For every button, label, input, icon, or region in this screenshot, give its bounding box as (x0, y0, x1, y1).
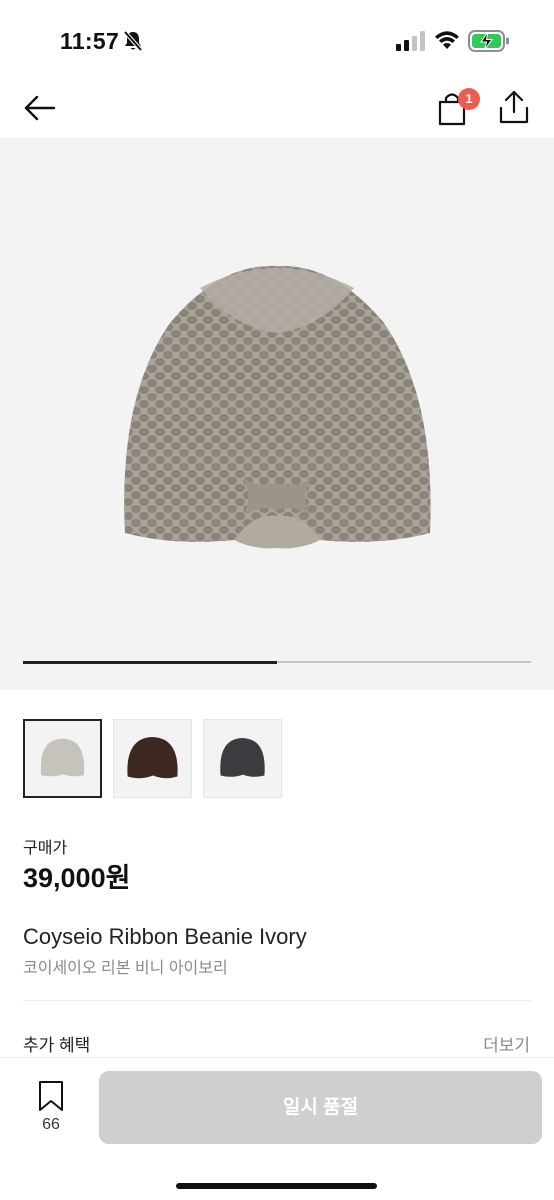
price-label: 구매가 (23, 840, 68, 857)
bookmark-button[interactable]: 66 (28, 1080, 74, 1140)
bell-slash-icon (123, 30, 143, 52)
price-value: 39,000원 (23, 863, 131, 893)
soldout-button[interactable]: 일시 품절 (99, 1071, 542, 1144)
shopping-bag-button[interactable]: 1 (434, 86, 480, 128)
arrow-left-icon (24, 95, 56, 121)
signal-icon (396, 31, 425, 51)
bookmark-count: 66 (42, 1116, 60, 1133)
divider (23, 1000, 531, 1001)
beanie-thumbnail-image (40, 738, 85, 777)
product-name-en: Coyseio Ribbon Beanie Ivory (23, 924, 307, 949)
image-progress-track (23, 660, 531, 664)
thumbnail-charcoal[interactable] (203, 719, 282, 798)
bottom-action-bar: 66 일시 품절 (0, 1057, 554, 1200)
cart-badge: 1 (458, 88, 480, 110)
image-progress-fill (23, 660, 277, 664)
beanie-image (124, 265, 431, 549)
back-button[interactable] (22, 90, 58, 126)
beanie-thumbnail-image (127, 737, 178, 779)
status-bar: 11:57 (0, 0, 554, 80)
home-indicator (176, 1183, 377, 1189)
thumbnail-brown[interactable] (113, 719, 192, 798)
benefit-more-link[interactable]: 더보기 (483, 1031, 530, 1056)
wifi-icon (435, 31, 459, 49)
product-name-ko: 코이세이오 리본 비니 아이보리 (23, 960, 228, 977)
top-nav: 1 (0, 80, 554, 138)
share-icon (499, 90, 529, 124)
beanie-thumbnail-image (220, 738, 265, 777)
product-image-carousel[interactable] (0, 138, 554, 690)
benefit-title: 추가 혜택 (23, 1036, 91, 1055)
share-button[interactable] (496, 88, 532, 126)
bookmark-icon (39, 1081, 63, 1111)
thumbnail-ivory[interactable] (23, 719, 102, 798)
status-time: 11:57 (60, 28, 120, 54)
battery-charging-icon (468, 30, 509, 52)
